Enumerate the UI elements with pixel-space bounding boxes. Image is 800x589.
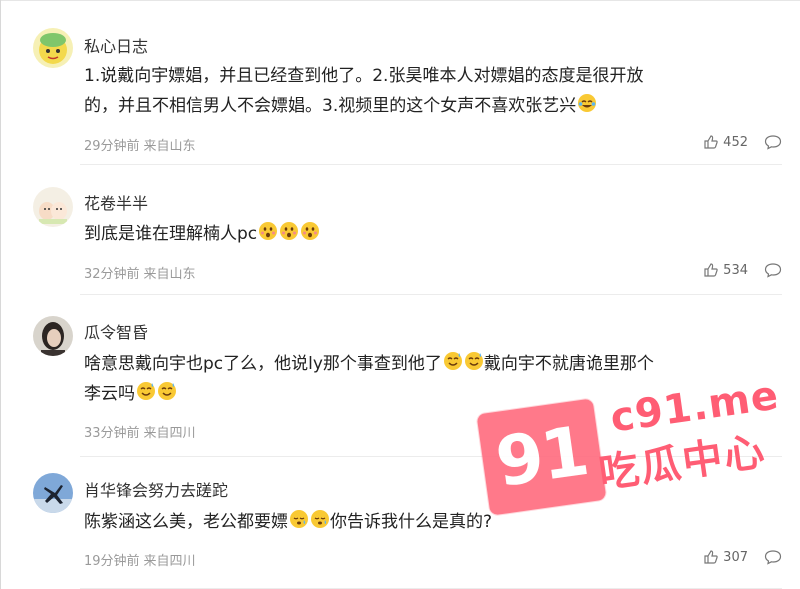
sleepy-emoji [290,510,308,528]
sleepy-emoji [311,510,329,528]
comment-time: 33分钟前 [84,426,140,441]
reply-icon[interactable] [764,549,782,565]
surprised-emoji [259,222,278,240]
comment-text-line-content: 的，并且不相信男人不会嫖娼。3.视频里的这个女声不喜欢张艺兴 [84,96,577,116]
surprised-emoji [301,222,320,240]
watermark-logo: 91 [476,398,607,516]
user-avatar[interactable] [33,28,73,68]
comment-text-line-content: 戴向宇不就唐诡里那个 [483,354,654,374]
user-avatar[interactable] [33,316,73,356]
comment-text-line-content: 啥意思戴向宇也pc了么，他说ly那个事查到他了 [84,354,442,374]
comment-meta: 33分钟前 来自四川 [84,422,200,441]
comment-time: 29分钟前 [84,139,140,154]
sweat-smile-emoji [137,382,155,400]
comment-username[interactable]: 花卷半半 [84,190,148,214]
comment-text: 到底是谁在理解楠人pc [84,219,784,249]
thumbs-up-icon [704,263,718,277]
user-avatar[interactable] [33,473,73,513]
comment-meta: 32分钟前 来自山东 [84,263,200,282]
reply-icon[interactable] [764,262,782,278]
thumbs-up-icon [704,135,718,149]
sweat-smile-emoji [464,352,483,370]
like-count: 534 [723,262,748,278]
comment-text-line-content: 陈紫涵这么美，老公都要嫖 [84,512,288,532]
comment-text: 陈紫涵这么美，老公都要嫖 你告诉我什么是真的? [84,507,784,537]
sweat-smile-emoji [443,352,462,370]
comment-text-line: 1.说戴向宇嫖娼，并且已经查到他了。2.张昊唯本人对嫖娼的态度是很开放 [84,66,644,86]
comment-username[interactable]: 私心日志 [84,33,148,57]
comment-time: 32分钟前 [84,267,140,282]
sweat-smile-emoji [158,382,176,400]
comment-username[interactable]: 瓜令智昏 [84,319,148,343]
comment-text: 1.说戴向宇嫖娼，并且已经查到他了。2.张昊唯本人对嫖娼的态度是很开放 的，并且… [84,61,784,121]
comment-location: 来自山东 [143,267,196,282]
like-count: 307 [723,549,748,565]
comment-meta: 29分钟前 来自山东 [84,135,200,154]
laughing-tears-emoji [578,94,597,112]
comment-location: 来自四川 [143,554,196,569]
reply-icon[interactable] [764,134,782,150]
comment-text-line-content: 李云吗 [84,384,135,404]
comment-username[interactable]: 肖华锋会努力去蹉跎 [84,477,228,501]
like-button[interactable]: 452 [703,134,748,150]
surprised-emoji [280,222,299,240]
comment-location: 来自山东 [143,139,196,154]
comment-text-line-content: 你告诉我什么是真的? [330,512,493,532]
comment-text-line: 啥意思戴向宇也pc了么，他说ly那个事查到他了 戴向宇不就唐诡里那个 [84,349,784,379]
comment-item: 私心日志 1.说戴向宇嫖娼，并且已经查到他了。2.张昊唯本人对嫖娼的态度是很开放… [0,0,800,165]
comment-item: 花卷半半 到底是谁在理解楠人pc 32分钟前 来自山东 534 [0,165,800,295]
comment-time: 19分钟前 [84,554,140,569]
comment-location: 来自四川 [143,426,196,441]
thumbs-up-icon [704,550,718,564]
like-button[interactable]: 534 [703,262,748,278]
comment-text-line: 的，并且不相信男人不会嫖娼。3.视频里的这个女声不喜欢张艺兴 [84,91,784,121]
comment-text-line-content: 到底是谁在理解楠人pc [84,224,258,244]
like-count: 452 [723,134,748,150]
user-avatar[interactable] [33,187,73,227]
comment-meta: 19分钟前 来自四川 [84,550,200,569]
like-button[interactable]: 307 [703,549,748,565]
